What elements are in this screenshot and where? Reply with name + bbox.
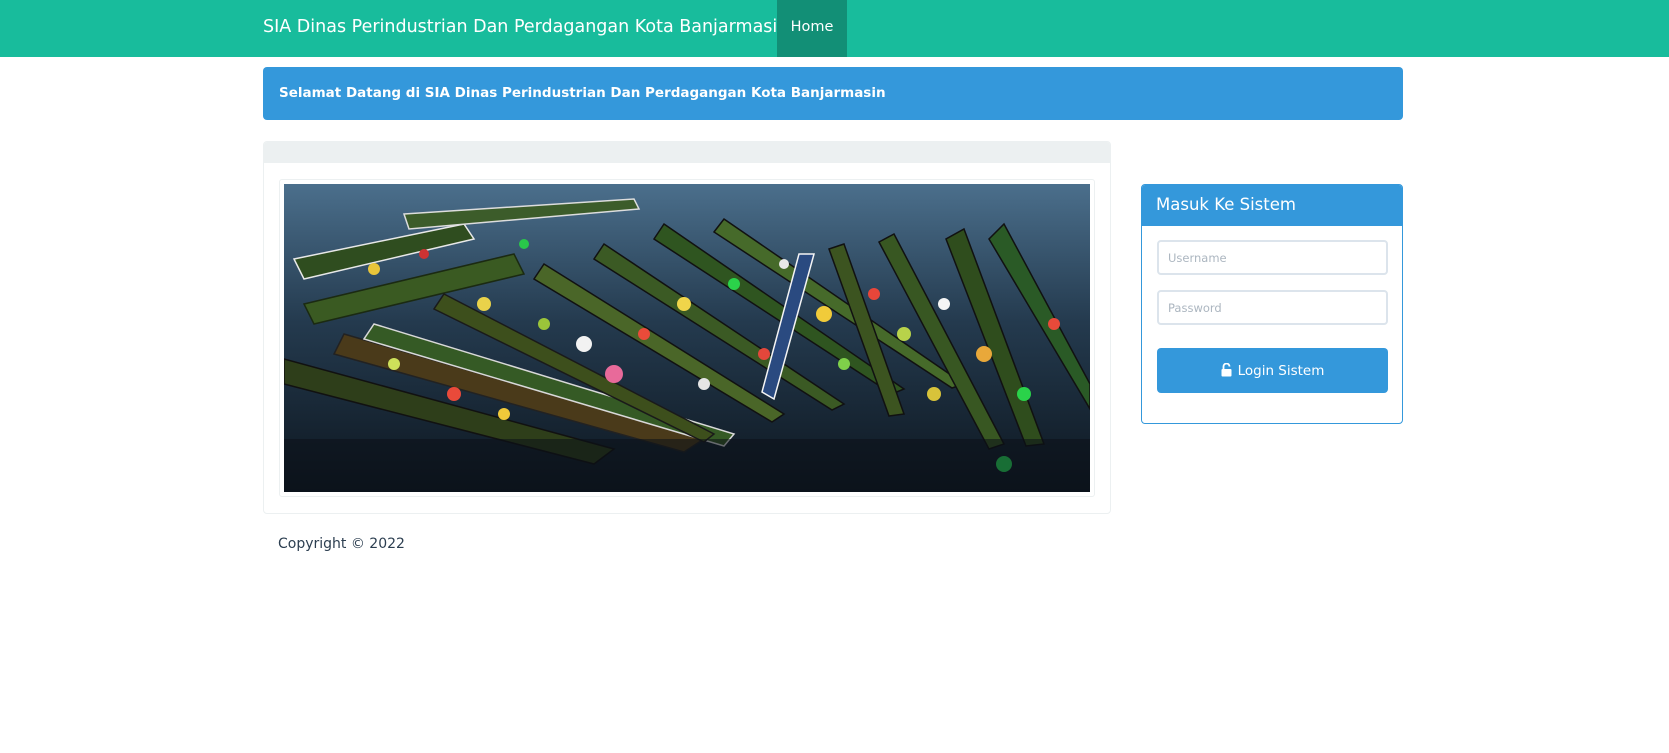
banner-image-frame [279,179,1095,497]
password-input[interactable] [1157,290,1388,325]
navbar-brand[interactable]: SIA Dinas Perindustrian Dan Perdagangan … [263,0,788,57]
login-panel-title: Masuk Ke Sistem [1142,185,1402,226]
login-button[interactable]: Login Sistem [1157,348,1388,393]
login-button-label: Login Sistem [1237,362,1325,379]
top-navbar: SIA Dinas Perindustrian Dan Perdagangan … [0,0,1669,57]
image-panel-heading [264,142,1110,163]
welcome-banner: Selamat Datang di SIA Dinas Perindustria… [263,67,1403,120]
footer-copyright: Copyright © 2022 [278,536,405,552]
nav-home-link[interactable]: Home [777,0,847,57]
image-panel [263,141,1111,514]
floating-market-photo [284,184,1090,492]
unlock-icon [1221,362,1235,379]
login-panel: Masuk Ke Sistem Login Sistem [1141,184,1403,424]
username-input[interactable] [1157,240,1388,275]
